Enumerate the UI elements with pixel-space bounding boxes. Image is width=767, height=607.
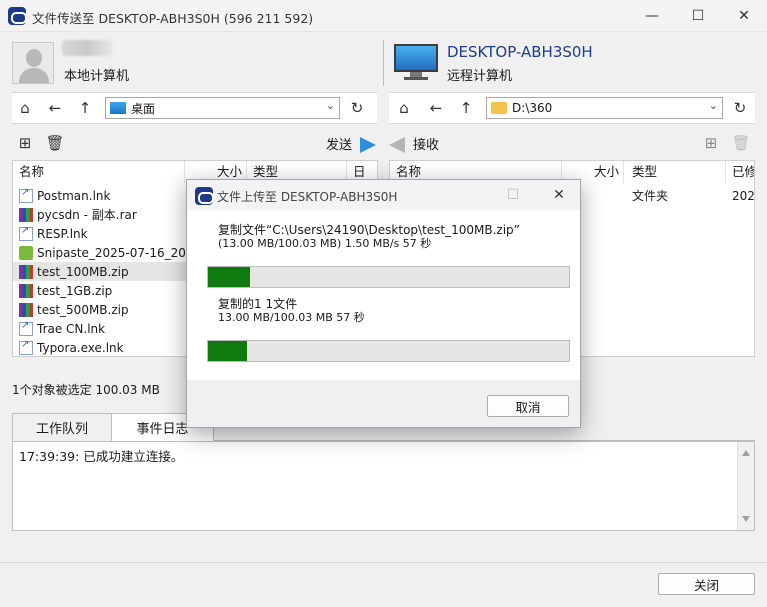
home-icon[interactable]: ⌂ <box>395 99 413 117</box>
monitor-icon <box>394 44 438 80</box>
file-name: test_1GB.zip <box>37 283 113 298</box>
total-progress-bar <box>207 340 570 362</box>
rar-icon <box>19 207 33 222</box>
rar-icon <box>19 302 33 317</box>
shortcut-icon <box>19 225 33 241</box>
local-path-select[interactable]: 桌面 ⌄ <box>105 97 340 119</box>
title-bar: 文件传送至 DESKTOP-ABH3S0H (596 211 592) — ☐ … <box>0 0 767 32</box>
send-button-label[interactable]: 发送 <box>326 134 352 153</box>
column-header-date[interactable]: 已修 <box>726 161 754 183</box>
remote-nav-bar: ⌂ ← ↑ D:\360 ⌄ ↻ <box>389 92 755 124</box>
close-window-button[interactable]: ✕ <box>721 0 767 32</box>
file-stats-text: (13.00 MB/100.03 MB) 1.50 MB/s 57 秒 <box>218 237 432 250</box>
shortcut-icon <box>19 320 33 336</box>
file-name: test_500MB.zip <box>37 302 129 317</box>
tab-work-queue[interactable]: 工作队列 <box>12 413 112 441</box>
log-line: 17:39:39: 已成功建立连接。 <box>19 449 184 464</box>
desktop-icon <box>110 102 126 114</box>
file-name: RESP.lnk <box>37 226 88 241</box>
folder-icon <box>491 102 507 114</box>
scroll-down-icon[interactable] <box>742 516 750 522</box>
rar-icon <box>19 264 33 279</box>
teamviewer-logo-icon <box>8 7 27 25</box>
file-name: pycsdn - 副本.rar <box>37 208 137 222</box>
footer-divider <box>0 562 767 563</box>
close-button[interactable]: 关闭 <box>658 573 755 595</box>
remote-path-value: D:\360 <box>512 101 553 115</box>
refresh-icon[interactable]: ↻ <box>348 99 366 117</box>
blurred-username <box>62 40 112 56</box>
log-scrollbar[interactable] <box>737 442 754 530</box>
scroll-up-icon[interactable] <box>742 450 750 456</box>
remote-computer-label: 远程计算机 <box>447 69 513 84</box>
dialog-maximize-button: ☐ <box>506 187 520 203</box>
shortcut-icon <box>19 187 33 203</box>
delete-icon[interactable]: 🗑 <box>731 134 750 152</box>
minimize-button[interactable]: — <box>629 0 675 32</box>
column-header-name[interactable]: 名称 <box>13 161 185 183</box>
upload-dialog: 文件上传至 DESKTOP-ABH3S0H ☐ ✕ 复制文件“C:\Users\… <box>186 179 581 428</box>
column-header-type[interactable]: 类型 <box>626 161 726 183</box>
remote-path-select[interactable]: D:\360 ⌄ <box>486 97 723 119</box>
user-avatar-icon <box>12 42 54 84</box>
new-folder-icon[interactable]: ⊞ <box>16 134 34 152</box>
back-icon[interactable]: ← <box>427 99 445 117</box>
row-type: 文件夹 <box>632 189 669 203</box>
cancel-button[interactable]: 取消 <box>487 395 569 417</box>
receive-arrow-icon[interactable] <box>389 137 405 153</box>
back-icon[interactable]: ← <box>46 99 64 117</box>
action-bar: ⊞ 🗑 发送 接收 ⊞ 🗑 <box>0 126 767 160</box>
remote-computer-name: DESKTOP-ABH3S0H <box>447 43 593 61</box>
up-icon[interactable]: ↑ <box>457 99 475 117</box>
row-date: 2024 <box>732 188 755 203</box>
refresh-icon[interactable]: ↻ <box>731 99 749 117</box>
file-name: Postman.lnk <box>37 188 111 203</box>
image-icon <box>19 245 33 260</box>
local-path-value: 桌面 <box>131 101 156 116</box>
selection-status: 1个对象被选定 100.03 MB <box>12 383 160 397</box>
file-progress-fill <box>208 267 251 287</box>
window-title: 文件传送至 DESKTOP-ABH3S0H (596 211 592) <box>32 11 314 26</box>
local-nav-bar: ⌂ ← ↑ 桌面 ⌄ ↻ <box>12 92 377 124</box>
file-name: Typora.exe.lnk <box>37 340 124 355</box>
chevron-down-icon: ⌄ <box>325 99 335 112</box>
teamviewer-logo-icon <box>195 187 214 205</box>
dialog-title-bar: 文件上传至 DESKTOP-ABH3S0H ☐ ✕ <box>187 180 580 210</box>
delete-icon[interactable]: 🗑 <box>45 134 64 152</box>
chevron-down-icon: ⌄ <box>708 99 718 112</box>
total-progress-fill <box>208 341 247 361</box>
dialog-body: 复制文件“C:\Users\24190\Desktop\test_100MB.z… <box>187 210 580 380</box>
file-name: Snipaste_2025-07-16_20-4... <box>37 245 210 260</box>
local-computer-label: 本地计算机 <box>64 69 130 84</box>
file-name: test_100MB.zip <box>37 264 129 279</box>
receive-button-label[interactable]: 接收 <box>413 134 439 153</box>
send-arrow-icon[interactable] <box>360 137 376 153</box>
dialog-close-button[interactable]: ✕ <box>536 180 582 210</box>
up-icon[interactable]: ↑ <box>76 99 94 117</box>
new-folder-icon[interactable]: ⊞ <box>702 134 720 152</box>
header-divider <box>383 40 384 86</box>
maximize-button[interactable]: ☐ <box>675 0 721 32</box>
dialog-title: 文件上传至 DESKTOP-ABH3S0H <box>217 190 398 204</box>
total-stats-text: 13.00 MB/100.03 MB 57 秒 <box>218 311 365 324</box>
home-icon[interactable]: ⌂ <box>16 99 34 117</box>
file-name: Trae CN.lnk <box>37 321 106 336</box>
file-progress-bar <box>207 266 570 288</box>
rar-icon <box>19 283 33 298</box>
event-log: 17:39:39: 已成功建立连接。 <box>12 441 755 531</box>
shortcut-icon <box>19 339 33 355</box>
